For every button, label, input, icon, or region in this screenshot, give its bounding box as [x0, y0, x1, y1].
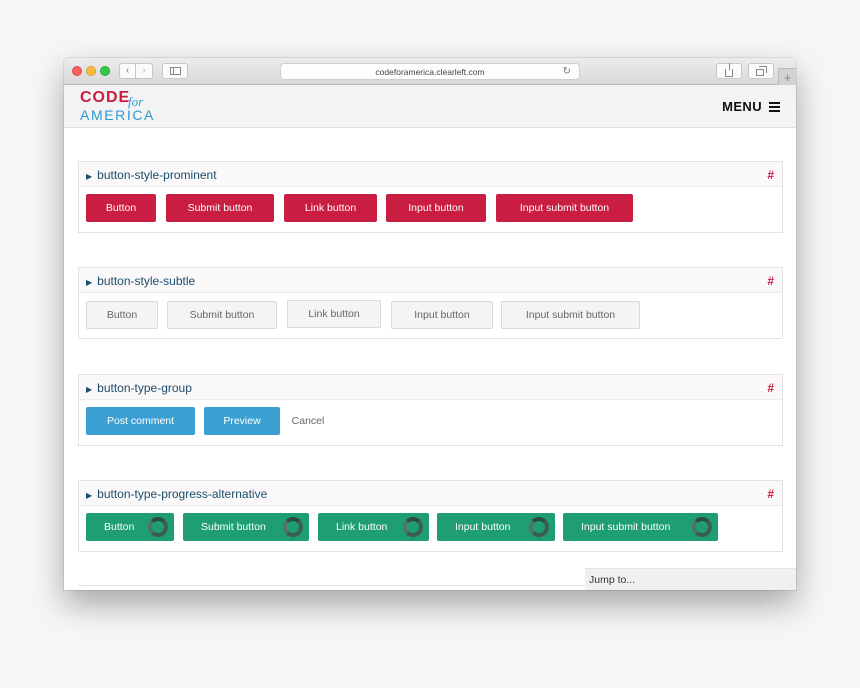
logo-america-text: AMERICA [80, 107, 155, 123]
chevron-left-icon: ‹ [125, 65, 130, 76]
subtle-link-button[interactable]: Link button [287, 300, 381, 328]
spinner-icon [403, 517, 423, 537]
progress-link-button[interactable]: Link button [318, 513, 429, 541]
section-title: ▶ button-style-prominent [86, 168, 217, 182]
prominent-button[interactable]: Button [86, 194, 156, 222]
progress-button[interactable]: Button [86, 513, 174, 541]
spinner-icon [692, 517, 712, 537]
subtle-button[interactable]: Button [86, 301, 158, 329]
minimize-window-button[interactable] [86, 66, 96, 76]
chevron-right-icon: › [142, 65, 146, 76]
hamburger-icon [769, 101, 780, 112]
address-bar[interactable]: codeforamerica.clearleft.com ↻ [280, 63, 580, 80]
section-header[interactable]: ▶ button-style-subtle # [79, 268, 782, 293]
page-content: ▶ button-style-prominent # Button Submit … [64, 129, 796, 590]
plus-icon: + [783, 69, 792, 85]
button-label: Input button [455, 521, 511, 533]
site-header: CODE for AMERICA MENU [64, 85, 796, 128]
permalink-hash[interactable]: # [767, 381, 774, 395]
permalink-hash[interactable]: # [767, 168, 774, 182]
spinner-icon [148, 517, 168, 537]
section-title: ▶ button-type-progress-alternative [86, 487, 268, 501]
show-tabs-button[interactable] [748, 63, 774, 79]
section-title: ▶ button-type-group [86, 381, 192, 395]
spinner-icon [529, 517, 549, 537]
section-button-style-subtle: ▶ button-style-subtle # Button Submit but… [78, 267, 783, 339]
disclosure-triangle-icon: ▶ [86, 385, 93, 394]
prominent-input-button[interactable]: Input button [386, 194, 486, 222]
back-button[interactable]: ‹ [119, 63, 136, 79]
close-window-button[interactable] [72, 66, 82, 76]
permalink-hash[interactable]: # [767, 487, 774, 501]
browser-titlebar: ‹ › codeforamerica.clearleft.com ↻ + [64, 58, 796, 85]
prominent-submit-button[interactable]: Submit button [166, 194, 274, 222]
section-header[interactable]: ▶ button-type-group # [79, 375, 782, 400]
subtle-submit-button[interactable]: Submit button [167, 301, 277, 329]
menu-label: MENU [722, 99, 762, 114]
post-comment-button[interactable]: Post comment [86, 407, 195, 435]
progress-input-button[interactable]: Input button [437, 513, 555, 541]
progress-submit-button[interactable]: Submit button [183, 513, 309, 541]
section-header[interactable]: ▶ button-type-progress-alternative # [79, 481, 782, 506]
disclosure-triangle-icon: ▶ [86, 278, 93, 287]
new-tab-button[interactable]: + [778, 68, 796, 85]
button-label: Input submit button [581, 521, 671, 533]
subtle-input-submit-button[interactable]: Input submit button [501, 301, 640, 329]
section-button-type-group: ▶ button-type-group # Post comment Previe… [78, 374, 783, 446]
reload-icon[interactable]: ↻ [563, 66, 571, 77]
progress-input-submit-button[interactable]: Input submit button [563, 513, 718, 541]
button-label: Submit button [201, 521, 266, 533]
section-header[interactable]: ▶ button-style-prominent # [79, 162, 782, 187]
permalink-hash[interactable]: # [767, 274, 774, 288]
button-label: Button [104, 521, 135, 533]
logo-code-text: CODE [80, 89, 131, 106]
preview-button[interactable]: Preview [204, 407, 280, 435]
url-text: codeforamerica.clearleft.com [375, 66, 485, 77]
prominent-link-button[interactable]: Link button [284, 194, 377, 222]
prominent-input-submit-button[interactable]: Input submit button [496, 194, 633, 222]
button-label: Link button [336, 521, 388, 533]
forward-button[interactable]: › [136, 63, 153, 79]
disclosure-triangle-icon: ▶ [86, 172, 93, 181]
disclosure-triangle-icon: ▶ [86, 491, 93, 500]
menu-button[interactable]: MENU [722, 99, 780, 114]
sidebar-toggle-button[interactable] [162, 63, 188, 79]
tabs-icon [755, 66, 767, 76]
browser-window: ‹ › codeforamerica.clearleft.com ↻ + COD… [64, 58, 796, 590]
share-icon [725, 62, 733, 77]
spinner-icon [283, 517, 303, 537]
section-button-type-progress-alternative: ▶ button-type-progress-alternative # Butt… [78, 480, 783, 552]
section-button-style-prominent: ▶ button-style-prominent # Button Submit … [78, 161, 783, 233]
section-title: ▶ button-style-subtle [86, 274, 196, 288]
zoom-window-button[interactable] [100, 66, 110, 76]
jump-to-menu[interactable]: Jump to... [585, 568, 796, 590]
sidebar-icon [169, 67, 181, 75]
subtle-input-button[interactable]: Input button [391, 301, 493, 329]
cancel-link[interactable]: Cancel [287, 407, 329, 435]
share-button[interactable] [716, 62, 742, 79]
